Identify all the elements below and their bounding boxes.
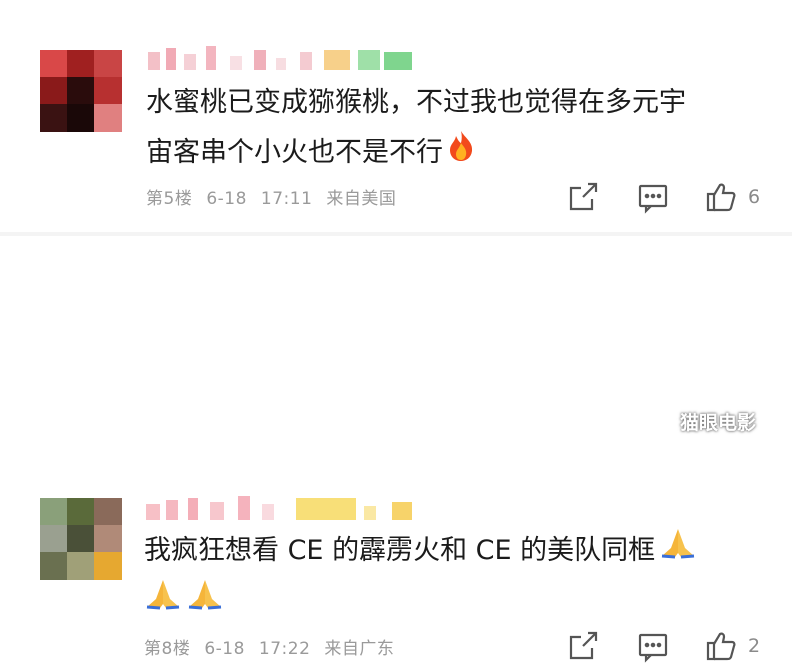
reply-button[interactable] — [636, 180, 670, 218]
username-blurred[interactable] — [146, 44, 416, 72]
thumbs-up-icon — [706, 632, 736, 661]
share-button[interactable] — [566, 629, 600, 667]
thumbs-up-icon — [706, 183, 736, 212]
comment-meta: 第8楼 6-18 17:22 来自广东 — [144, 634, 408, 659]
floor-number: 第8楼 — [144, 639, 191, 659]
comment-item-1: 水蜜桃已变成猕猴桃，不过我也觉得在多元宇 宙客串个小火也不是不行 第5楼 6-18… — [0, 0, 792, 232]
comment-item-2: 我疯狂想看 CE 的霹雳火和 CE 的美队同框 第8楼 6-18 17:22 来自广东… — [0, 236, 792, 663]
avatar[interactable] — [40, 50, 122, 132]
watermark: 猫眼电影 — [680, 412, 757, 434]
username-blurred[interactable] — [144, 494, 424, 522]
comment-date: 6-18 — [204, 639, 245, 659]
pray-icon — [144, 577, 182, 628]
comment-text-line-1: 我疯狂想看 CE 的霹雳火和 CE 的美队同框 — [144, 526, 764, 577]
comment-time: 17:11 — [260, 189, 313, 209]
floor-number: 第5楼 — [146, 189, 193, 209]
comment-icon — [638, 633, 668, 663]
comment-text-line-2-content: 宙客串个小火也不是不行 — [146, 137, 443, 168]
comment-location: 来自广东 — [324, 639, 395, 659]
comment-icon — [638, 184, 668, 214]
comment-text: 我疯狂想看 CE 的霹雳火和 CE 的美队同框 — [144, 526, 764, 628]
like-button[interactable]: 2 — [704, 629, 760, 663]
like-button[interactable]: 6 — [704, 180, 760, 214]
comment-time: 17:22 — [258, 639, 311, 659]
share-button[interactable] — [566, 180, 600, 218]
comment-location: 来自美国 — [326, 189, 397, 209]
comment-text-line-1: 水蜜桃已变成猕猴桃，不过我也觉得在多元宇 — [146, 87, 686, 118]
avatar[interactable] — [40, 498, 122, 580]
comment-text-line-1-content: 我疯狂想看 CE 的霹雳火和 CE 的美队同框 — [144, 535, 656, 566]
like-count: 6 — [748, 186, 761, 208]
share-icon — [569, 631, 598, 660]
comment-meta: 第5楼 6-18 17:11 来自美国 — [146, 184, 410, 209]
pray-icon — [186, 577, 224, 628]
comment-text: 水蜜桃已变成猕猴桃，不过我也觉得在多元宇 宙客串个小火也不是不行 — [146, 78, 766, 179]
comment-text-line-2 — [144, 577, 764, 628]
pray-icon — [659, 526, 697, 577]
reply-button[interactable] — [636, 629, 670, 667]
like-count: 2 — [748, 635, 761, 657]
comment-date: 6-18 — [206, 189, 247, 209]
fire-icon — [447, 129, 475, 179]
share-icon — [569, 182, 598, 211]
comment-text-line-2: 宙客串个小火也不是不行 — [146, 128, 766, 179]
